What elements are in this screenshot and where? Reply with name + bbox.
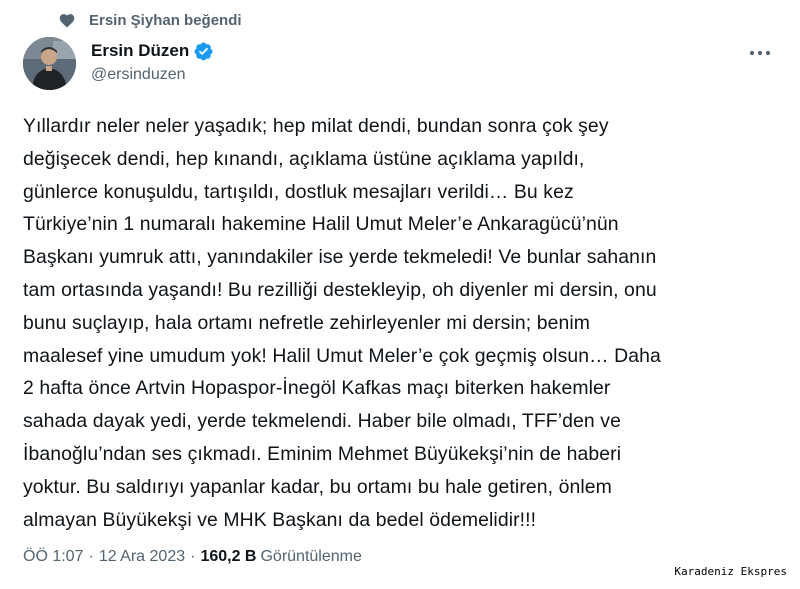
display-name[interactable]: Ersin Düzen [91, 41, 189, 61]
watermark: Karadeniz Ekspres [671, 564, 790, 579]
social-context: Ersin Şiyhan beğendi [57, 9, 242, 31]
liked-by-text[interactable]: Ersin Şiyhan beğendi [89, 12, 242, 29]
tweet-text: Yıllardır neler neler yaşadık; hep milat… [23, 115, 661, 531]
avatar[interactable] [23, 37, 76, 90]
meta-separator: · [88, 548, 94, 565]
tweet-meta: ÖÖ 1:07 · 12 Ara 2023 · 160,2 B Görüntül… [23, 545, 362, 569]
more-dots-icon [749, 50, 771, 56]
tweet-date[interactable]: 12 Ara 2023 [99, 548, 185, 566]
tweet-author-row: Ersin Düzen @ersinduzen [23, 37, 780, 91]
views-count: 160,2 B [200, 548, 257, 565]
author-names: Ersin Düzen @ersinduzen [91, 39, 215, 84]
views-label: Görüntülenme [260, 548, 362, 565]
meta-separator: · [190, 548, 196, 565]
verified-badge-icon[interactable] [193, 40, 215, 62]
tweet-time[interactable]: ÖÖ 1:07 [23, 548, 83, 566]
more-options-button[interactable] [746, 41, 774, 65]
heart-icon [57, 10, 77, 30]
display-name-row: Ersin Düzen [91, 39, 215, 63]
author-handle[interactable]: @ersinduzen [91, 66, 215, 84]
